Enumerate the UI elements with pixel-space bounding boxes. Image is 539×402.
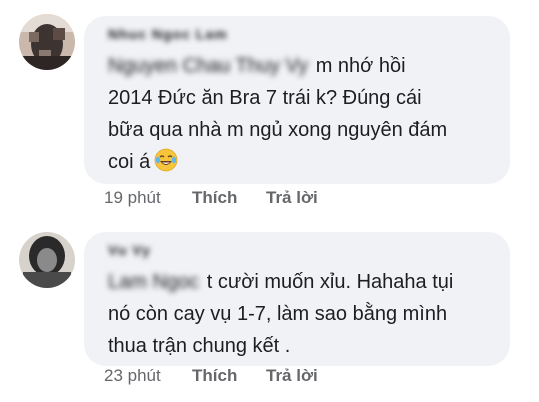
comment-line: coi á (108, 146, 496, 182)
like-button[interactable]: Thích (192, 188, 237, 208)
comment-author[interactable]: Vu Vy (108, 242, 151, 262)
tears-of-joy-icon (154, 148, 178, 182)
comment-line-text: t cười muốn xỉu. Hahaha tụi (206, 271, 454, 293)
comment-actions: 19 phút Thích Trả lời (104, 188, 404, 210)
comment-1: Nhuc Ngoc Lam Nguyen Chau Thuy Vy m nhớ … (0, 0, 539, 210)
avatar-image (19, 232, 75, 288)
timestamp[interactable]: 19 phút (104, 188, 161, 208)
like-button[interactable]: Thích (192, 366, 237, 386)
comment-text: Lam Ngoc t cười muốn xỉu. Hahaha tụi nó … (108, 266, 496, 362)
reply-button[interactable]: Trả lời (266, 366, 318, 386)
comment-line: nó còn cay vụ 1-7, làm sao bằng mình (108, 303, 448, 325)
mention-tag[interactable]: Nguyen Chau Thuy Vy (108, 50, 308, 82)
comment-line-text: coi á (108, 151, 151, 173)
comment-bubble: Vu Vy Lam Ngoc t cười muốn xỉu. Hahaha t… (84, 232, 510, 366)
timestamp[interactable]: 23 phút (104, 366, 161, 386)
comment-line: thua trận chung kết . (108, 335, 291, 357)
comment-text: Nguyen Chau Thuy Vy m nhớ hồi 2014 Đức ă… (108, 50, 496, 182)
comment-line: 2014 Đức ăn Bra 7 trái k? Đúng cái (108, 87, 422, 109)
comment-2: Vu Vy Lam Ngoc t cười muốn xỉu. Hahaha t… (0, 210, 539, 402)
comment-author[interactable]: Nhuc Ngoc Lam (108, 26, 228, 46)
comment-line: bữa qua nhà m ngủ xong nguyên đám (108, 119, 448, 141)
comment-thread: Nhuc Ngoc Lam Nguyen Chau Thuy Vy m nhớ … (0, 0, 539, 402)
comment-line: Nguyen Chau Thuy Vy m nhớ hồi (108, 50, 496, 82)
comment-actions: 23 phút Thích Trả lời (104, 366, 404, 388)
avatar[interactable] (19, 14, 75, 70)
avatar-image (19, 14, 75, 70)
mention-tag[interactable]: Lam Ngoc (108, 266, 199, 298)
comment-bubble: Nhuc Ngoc Lam Nguyen Chau Thuy Vy m nhớ … (84, 16, 510, 184)
comment-line: Lam Ngoc t cười muốn xỉu. Hahaha tụi (108, 266, 496, 298)
reply-button[interactable]: Trả lời (266, 188, 318, 208)
avatar[interactable] (19, 232, 75, 288)
comment-line-text: m nhớ hồi (315, 55, 406, 77)
